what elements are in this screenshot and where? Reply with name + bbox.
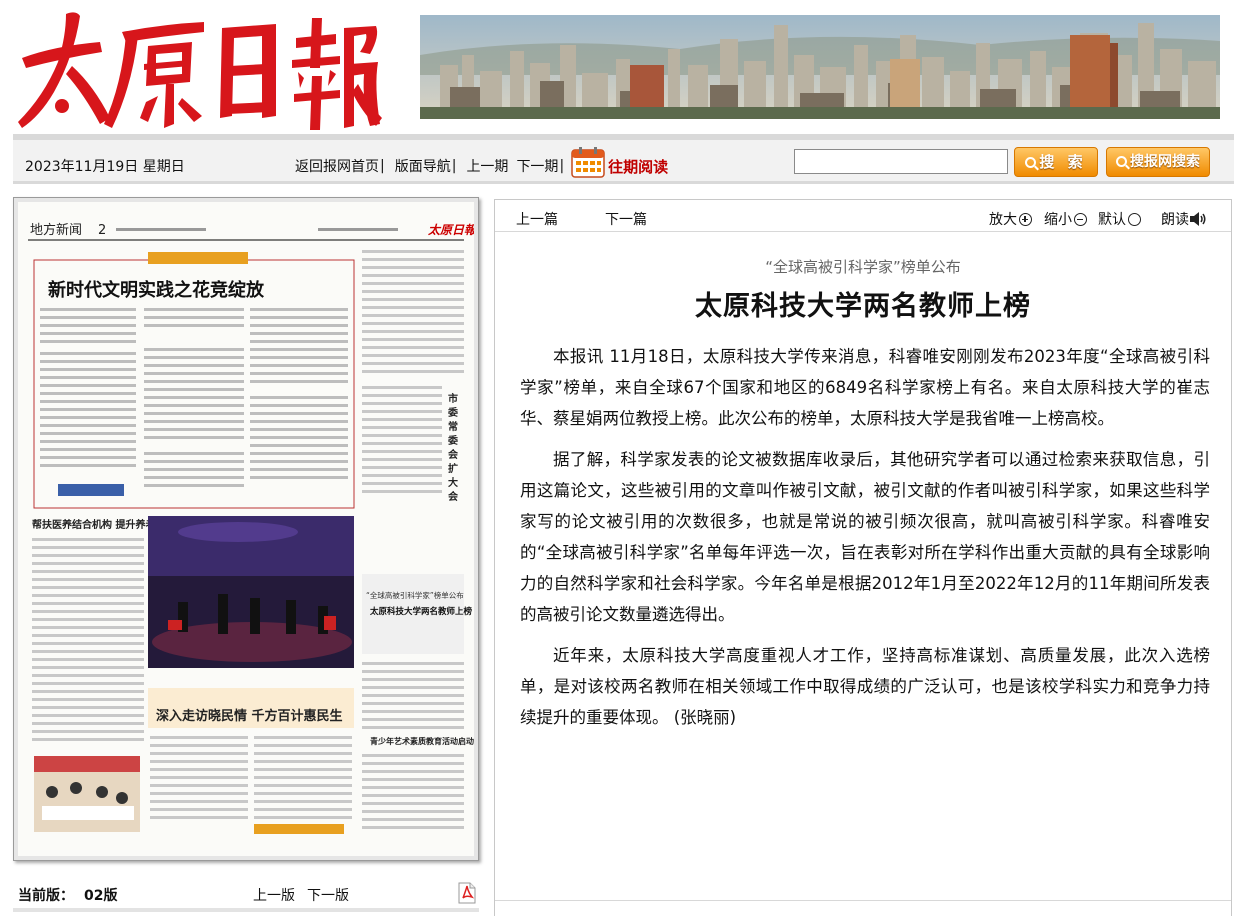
svg-text:大: 大 bbox=[448, 476, 458, 489]
article-paragraph: 据了解，科学家发表的论文被数据库收录后，其他研究学者可以通过检索来获取信息，引用… bbox=[520, 450, 1210, 624]
page-number: 2 bbox=[98, 223, 106, 238]
issue-date: 2023年11月19日 星期日 bbox=[25, 159, 185, 175]
svg-text:常: 常 bbox=[448, 420, 458, 433]
archive-link[interactable]: 往期阅读 bbox=[608, 156, 668, 177]
masthead bbox=[0, 0, 1252, 136]
newspaper-page-image[interactable]: 地方新闻 2 太原日報 新时代文明实践之花竞绽放 市 委 常 委 会 扩 大 会… bbox=[18, 202, 474, 856]
read-aloud-label: 朗读 bbox=[1161, 212, 1189, 228]
search-icon bbox=[1025, 157, 1037, 168]
newspaper-logo[interactable] bbox=[14, 6, 384, 134]
zoom-out-button[interactable]: 缩小 bbox=[1044, 209, 1087, 229]
next-page-link[interactable]: 下一版 bbox=[307, 885, 349, 905]
article-paragraph: 近年来，太原科技大学高度重视人才工作，坚持高标准谋划、高质量发展，此次入选榜单，… bbox=[520, 646, 1210, 727]
svg-text:委: 委 bbox=[447, 406, 459, 419]
zoom-in-button[interactable]: 放大 bbox=[989, 209, 1032, 229]
svg-text:“全球高被引科学家”榜单公布: “全球高被引科学家”榜单公布 bbox=[366, 590, 464, 600]
next-article-link[interactable]: 下一篇 bbox=[605, 209, 647, 229]
zoom-in-icon bbox=[1019, 213, 1032, 226]
layout-nav-link[interactable]: 版面导航 bbox=[395, 156, 451, 176]
nav-separator: | bbox=[559, 158, 565, 174]
newspaper-page-frame: 地方新闻 2 太原日報 新时代文明实践之花竞绽放 市 委 常 委 会 扩 大 会… bbox=[13, 197, 479, 861]
article-divider bbox=[495, 900, 1231, 901]
calendar-icon[interactable] bbox=[571, 146, 605, 178]
issue-navigation: 返回报网首页 | 版面导航 | 上一期 下一期 | 往期阅读 bbox=[295, 147, 668, 178]
home-link[interactable]: 返回报网首页 bbox=[295, 156, 379, 176]
nav-separator: | bbox=[451, 158, 457, 174]
logo-calligraphy bbox=[18, 12, 382, 130]
article-body: 本报讯 11月18日，太原科技大学传来消息，科睿唯安刚刚发布2023年度“全球高… bbox=[520, 341, 1210, 743]
article-panel: 上一篇 下一篇 放大 缩小 默认 朗读 “全球高被引科学家”榜单公布 太原科技大… bbox=[494, 199, 1232, 916]
read-aloud-button[interactable]: 朗读 bbox=[1161, 209, 1207, 229]
zoom-out-icon bbox=[1074, 213, 1087, 226]
svg-text:扩: 扩 bbox=[448, 462, 458, 475]
svg-text:会: 会 bbox=[448, 448, 458, 461]
default-size-label: 默认 bbox=[1098, 212, 1126, 228]
zoom-out-label: 缩小 bbox=[1044, 212, 1072, 228]
search-button-label: 搜 索 bbox=[1039, 153, 1087, 171]
page-bottom-right-headline: 青少年艺术素质教育活动启动 bbox=[370, 736, 474, 746]
next-issue-link[interactable]: 下一期 bbox=[516, 156, 558, 176]
default-size-button[interactable]: 默认 bbox=[1098, 209, 1141, 229]
zoom-in-label: 放大 bbox=[989, 212, 1017, 228]
banner-skyline-photo bbox=[420, 15, 1220, 119]
page-pager: 当前版： 02版 上一版 下一版 bbox=[13, 878, 479, 908]
current-page-value: 02版 bbox=[84, 888, 118, 904]
article-subtitle: “全球高被引科学家”榜单公布 bbox=[765, 258, 961, 276]
search-input[interactable] bbox=[794, 149, 1008, 174]
current-page-label: 当前版： bbox=[18, 888, 74, 904]
search-icon bbox=[1116, 156, 1127, 167]
article-title: 太原科技大学两名教师上榜 bbox=[695, 291, 1031, 322]
page-article-headline: 太原科技大学两名教师上榜 bbox=[369, 606, 473, 617]
page-bottom-headline: 深入走访晓民情 千方百计惠民生 bbox=[156, 708, 343, 724]
pager-divider bbox=[13, 908, 479, 912]
svg-text:市: 市 bbox=[448, 392, 458, 405]
svg-text:委: 委 bbox=[447, 434, 459, 447]
pdf-icon[interactable] bbox=[457, 882, 477, 904]
svg-text:太原日報: 太原日報 bbox=[427, 223, 474, 237]
site-search-button[interactable]: 搜报网搜索 bbox=[1106, 147, 1210, 177]
speaker-icon bbox=[1189, 211, 1207, 227]
prev-issue-link[interactable]: 上一期 bbox=[466, 156, 508, 176]
prev-article-link[interactable]: 上一篇 bbox=[516, 209, 558, 229]
prev-page-link[interactable]: 上一版 bbox=[253, 885, 295, 905]
nav-separator: | bbox=[380, 158, 385, 174]
search-button[interactable]: 搜 索 bbox=[1014, 147, 1098, 177]
site-search-button-label: 搜报网搜索 bbox=[1130, 154, 1200, 170]
svg-text:会: 会 bbox=[448, 490, 458, 503]
article-paragraph: 本报讯 11月18日，太原科技大学传来消息，科睿唯安刚刚发布2023年度“全球高… bbox=[520, 347, 1210, 428]
top-toolbar: 2023年11月19日 星期日 返回报网首页 | 版面导航 | 上一期 下一期 … bbox=[13, 134, 1234, 184]
radio-circle-icon bbox=[1128, 213, 1141, 226]
article-toolbar: 上一篇 下一篇 放大 缩小 默认 朗读 bbox=[495, 200, 1231, 232]
page-main-headline: 新时代文明实践之花竞绽放 bbox=[48, 279, 265, 301]
page-section-title: 地方新闻 bbox=[30, 222, 82, 238]
